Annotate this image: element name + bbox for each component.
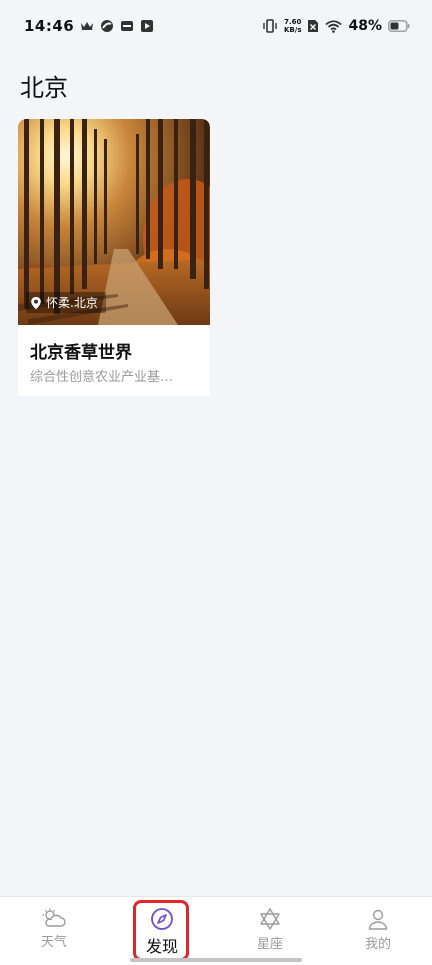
nav-item-horoscope[interactable]: 星座 <box>216 897 324 965</box>
location-tag: 怀柔.北京 <box>26 292 106 313</box>
status-right: 7.60 KB/s 48% <box>262 18 410 34</box>
page-title: 北京 <box>20 74 68 102</box>
nav-label-discover: 发现 <box>145 937 178 956</box>
net-speed-unit: KB/s <box>284 26 302 34</box>
status-bar: 14:46 7.60 KB/s 48% <box>0 0 432 52</box>
nav-label-weather: 天气 <box>40 935 67 950</box>
weather-icon <box>41 907 67 929</box>
nav-label-profile: 我的 <box>364 937 391 952</box>
compass-icon <box>150 907 174 931</box>
card-title: 北京香草世界 <box>30 343 132 363</box>
nav-label-horoscope: 星座 <box>256 937 283 952</box>
status-time: 14:46 <box>24 17 75 35</box>
attraction-card[interactable]: 怀柔.北京 北京香草世界 综合性创意农业产业基… <box>18 119 210 396</box>
net-speed-value: 7.60 <box>284 18 302 26</box>
nav-item-weather[interactable]: 天气 <box>0 897 108 965</box>
battery-icon <box>388 20 410 32</box>
star-of-david-icon <box>258 907 282 931</box>
app-box-icon <box>120 20 134 32</box>
battery-percent: 48% <box>348 18 382 34</box>
bottom-nav: 天气 发现 星座 我的 <box>0 896 432 965</box>
vibrate-icon <box>262 19 278 33</box>
card-image: 怀柔.北京 <box>18 119 210 325</box>
status-left: 14:46 <box>24 17 154 35</box>
location-text: 怀柔.北京 <box>46 296 98 310</box>
home-indicator[interactable] <box>130 958 302 962</box>
app-play-icon <box>140 19 154 33</box>
nav-item-profile[interactable]: 我的 <box>324 897 432 965</box>
crown-icon <box>80 20 94 32</box>
app-swirl-icon <box>100 19 114 33</box>
no-sim-icon <box>307 19 319 33</box>
location-pin-icon <box>30 296 42 310</box>
user-icon <box>366 907 390 931</box>
net-speed: 7.60 KB/s <box>284 18 301 34</box>
wifi-icon <box>325 19 343 33</box>
nav-item-discover[interactable]: 发现 <box>108 897 216 965</box>
card-description: 综合性创意农业产业基… <box>30 370 174 385</box>
